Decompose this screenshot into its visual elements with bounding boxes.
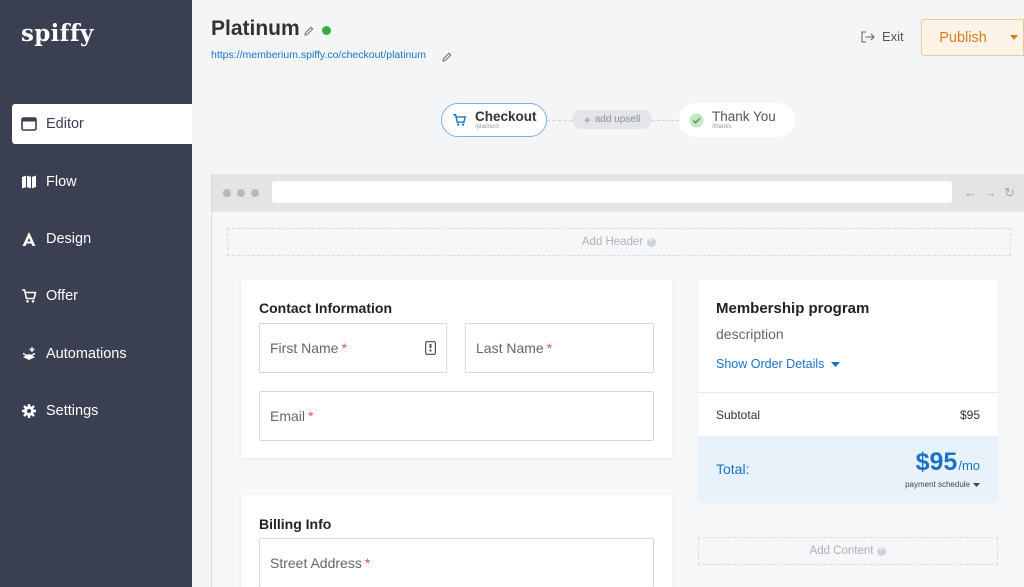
forward-arrow-icon: → (984, 185, 997, 200)
exit-button[interactable]: Exit (861, 29, 904, 44)
map-icon (20, 173, 38, 191)
add-content-label: Add Content (809, 545, 874, 557)
plus-circle-icon (647, 235, 657, 247)
publish-button[interactable]: Publish (921, 19, 1005, 56)
required-marker: * (308, 408, 314, 424)
section-heading: Billing Info (259, 516, 332, 532)
back-arrow-icon: ← (964, 185, 977, 200)
app-logo: spiffy (21, 20, 94, 47)
add-upsell-label: add upsell (594, 114, 641, 125)
show-details-label: Show Order Details (716, 357, 825, 371)
page-canvas: Add Header Contact Information First Nam… (212, 212, 1024, 587)
sidebar-item-label: Design (46, 231, 92, 247)
sidebar-item-label: Automations (46, 346, 127, 362)
contact-information-section: Contact Information First Name * Last Nam… (241, 280, 672, 458)
exit-label: Exit (882, 29, 904, 44)
page-title: Platinum (211, 17, 300, 40)
last-name-field[interactable]: Last Name * (465, 323, 654, 373)
add-header-button[interactable]: Add Header (227, 228, 1011, 256)
show-order-details-link[interactable]: Show Order Details (716, 357, 841, 371)
browser-toolbar: ← → ↻ (212, 174, 1024, 212)
plus-circle-icon (877, 544, 887, 556)
field-placeholder: Last Name (476, 340, 544, 356)
address-bar (272, 181, 952, 203)
publish-dropdown-button[interactable] (1004, 19, 1024, 56)
design-icon (20, 230, 38, 248)
billing-info-section: Billing Info Street Address * (241, 495, 672, 587)
sidebar-item-flow[interactable]: Flow (12, 162, 192, 202)
sidebar-item-settings[interactable]: Settings (12, 391, 192, 431)
email-field[interactable]: Email * (259, 391, 654, 441)
required-marker: * (546, 340, 553, 356)
window-dot (237, 189, 245, 197)
subtotal-value: $95 (959, 408, 980, 422)
total-box: Total: $95/mo payment schedule (698, 436, 998, 501)
field-placeholder: First Name (270, 340, 339, 356)
window-dot (223, 189, 231, 197)
status-dot (322, 26, 331, 35)
step-thank-you[interactable]: Thank You /thanks (679, 103, 795, 137)
automations-icon (20, 345, 38, 363)
sidebar-item-label: Flow (46, 174, 77, 190)
editor-icon (20, 115, 38, 133)
pencil-icon[interactable] (304, 23, 314, 41)
sidebar-item-label: Editor (46, 116, 84, 132)
caret-down-icon (1009, 35, 1018, 40)
check-circle-icon (689, 113, 704, 128)
total-label: Total: (716, 461, 750, 477)
subtotal-label: Subtotal (716, 408, 761, 422)
page-url[interactable]: https://memberium.spiffy.co/checkout/pla… (211, 49, 426, 61)
window-dot (251, 189, 259, 197)
required-marker: * (341, 340, 347, 356)
sidebar: spiffy Editor Flow Design Offer Automati… (0, 0, 192, 587)
caret-down-icon (973, 482, 980, 487)
divider (698, 392, 998, 393)
total-unit: /mo (958, 458, 980, 473)
browser-preview: ← → ↻ Add Header Contact Information Fir… (211, 174, 1024, 587)
sidebar-item-offer[interactable]: Offer (12, 276, 192, 316)
payment-schedule-toggle[interactable]: payment schedule (905, 480, 980, 489)
plus-icon: + (583, 112, 591, 127)
field-placeholder: Street Address (270, 555, 362, 571)
sidebar-item-label: Settings (46, 403, 99, 419)
sidebar-item-label: Offer (46, 288, 78, 304)
sidebar-item-automations[interactable]: Automations (12, 334, 192, 374)
order-summary: Membership program description Show Orde… (698, 280, 998, 501)
product-title: Membership program (716, 300, 870, 317)
cart-icon (452, 113, 467, 127)
caret-down-icon (831, 361, 841, 367)
step-name: Thank You (712, 108, 776, 124)
required-marker: * (364, 555, 371, 571)
step-name: Checkout (475, 108, 537, 124)
street-address-field[interactable]: Street Address * (259, 538, 654, 587)
add-content-button[interactable]: Add Content (698, 537, 998, 565)
pencil-icon[interactable] (442, 49, 452, 67)
flow-connector (547, 120, 572, 121)
gear-icon (20, 402, 38, 420)
exit-icon (861, 30, 875, 43)
flow-connector (652, 120, 679, 121)
step-path: /thanks (712, 123, 732, 130)
reload-icon: ↻ (1004, 185, 1015, 200)
product-description: description (716, 326, 784, 342)
step-checkout[interactable]: Checkout /platinum (441, 103, 547, 137)
total-value: $95 (915, 448, 958, 476)
first-name-field[interactable]: First Name * (259, 323, 447, 373)
sidebar-item-editor[interactable]: Editor (12, 104, 192, 144)
section-heading: Contact Information (259, 300, 392, 316)
add-upsell-button[interactable]: + add upsell (572, 110, 652, 129)
cart-icon (20, 287, 38, 305)
field-placeholder: Email (270, 408, 306, 424)
sidebar-item-design[interactable]: Design (12, 219, 192, 259)
total-amount: $95/mo (916, 448, 980, 477)
add-header-label: Add Header (581, 236, 644, 248)
step-path: /platinum (475, 123, 500, 130)
payment-schedule-label: payment schedule (905, 480, 970, 489)
contact-card-icon (425, 341, 437, 358)
